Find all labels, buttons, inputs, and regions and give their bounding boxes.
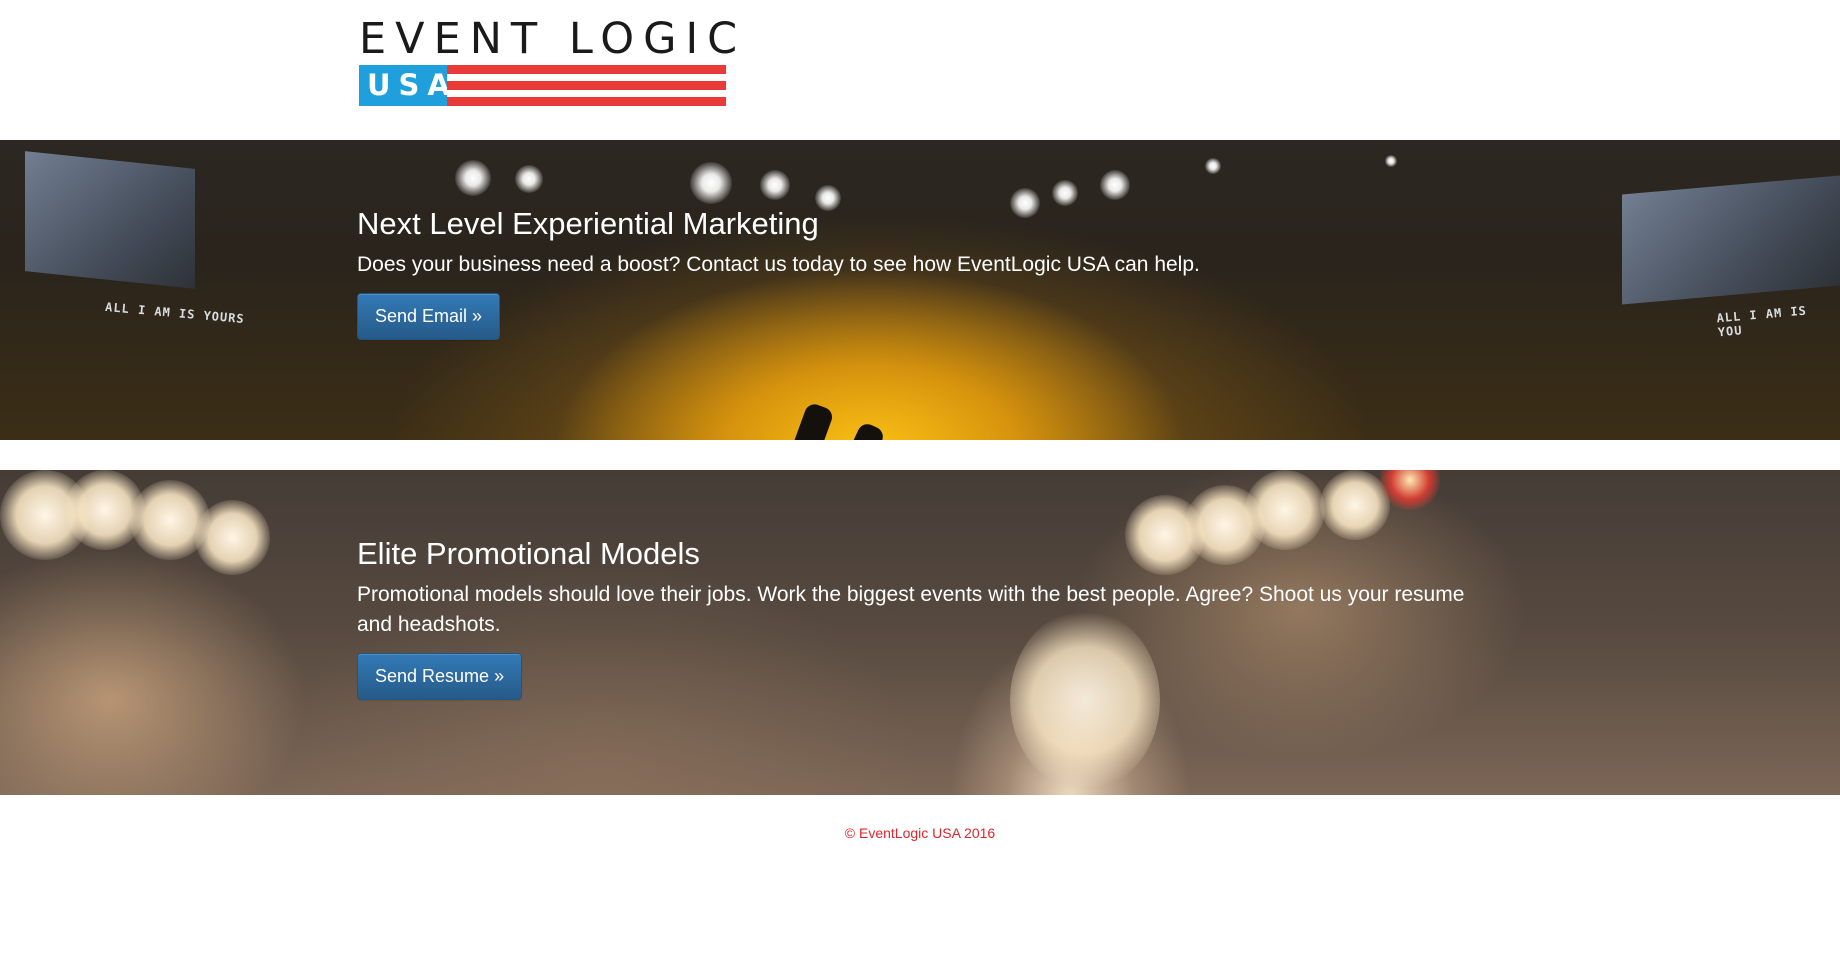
event-logic-usa-logo[interactable]: EVENT LOGIC USA	[359, 18, 737, 106]
logo-wordmark: EVENT LOGIC	[359, 14, 747, 64]
marketing-hero-content: Next Level Experiential Marketing Does y…	[357, 206, 1480, 340]
marketing-hero-text: Does your business need a boost? Contact…	[357, 253, 1200, 276]
logo-stripe	[447, 97, 726, 106]
send-resume-button[interactable]: Send Resume »	[357, 653, 523, 700]
models-hero-content: Elite Promotional Models Promotional mod…	[357, 536, 1480, 700]
raised-hand-silhouette	[849, 420, 887, 440]
logo-stripe	[447, 81, 726, 90]
stage-light	[1385, 155, 1397, 167]
stage-light	[515, 165, 543, 193]
stage-light	[455, 160, 491, 196]
stage-light	[760, 170, 790, 200]
raised-hand-silhouette	[793, 401, 835, 440]
stage-light	[1052, 180, 1078, 206]
stage-screen-image	[1622, 175, 1840, 305]
marketing-hero-title: Next Level Experiential Marketing	[357, 206, 819, 241]
site-header: EVENT LOGIC USA	[0, 0, 1840, 140]
copyright-text: © EventLogic USA 2016	[844, 825, 996, 841]
logo-stripe	[447, 65, 726, 74]
stage-screen-caption: ALL I AM IS YOU	[1716, 303, 1808, 340]
marketing-hero-banner: ALL I AM IS YOURS ALL I AM IS YOU Next L…	[0, 140, 1840, 440]
models-hero-title: Elite Promotional Models	[357, 536, 700, 571]
stage-screen-caption: ALL I AM IS YOURS	[104, 299, 246, 327]
stage-light	[1100, 170, 1130, 200]
stage-light	[690, 162, 732, 204]
bokeh-light	[195, 500, 270, 575]
stage-light	[1205, 158, 1221, 174]
models-hero-banner: Elite Promotional Models Promotional mod…	[0, 470, 1840, 795]
models-hero-text: Promotional models should love their job…	[357, 583, 1465, 636]
site-footer: © EventLogic USA 2016	[0, 795, 1840, 875]
stage-screen-image	[25, 151, 195, 289]
send-email-button[interactable]: Send Email »	[357, 293, 501, 340]
logo-usa-badge: USA	[359, 65, 450, 106]
